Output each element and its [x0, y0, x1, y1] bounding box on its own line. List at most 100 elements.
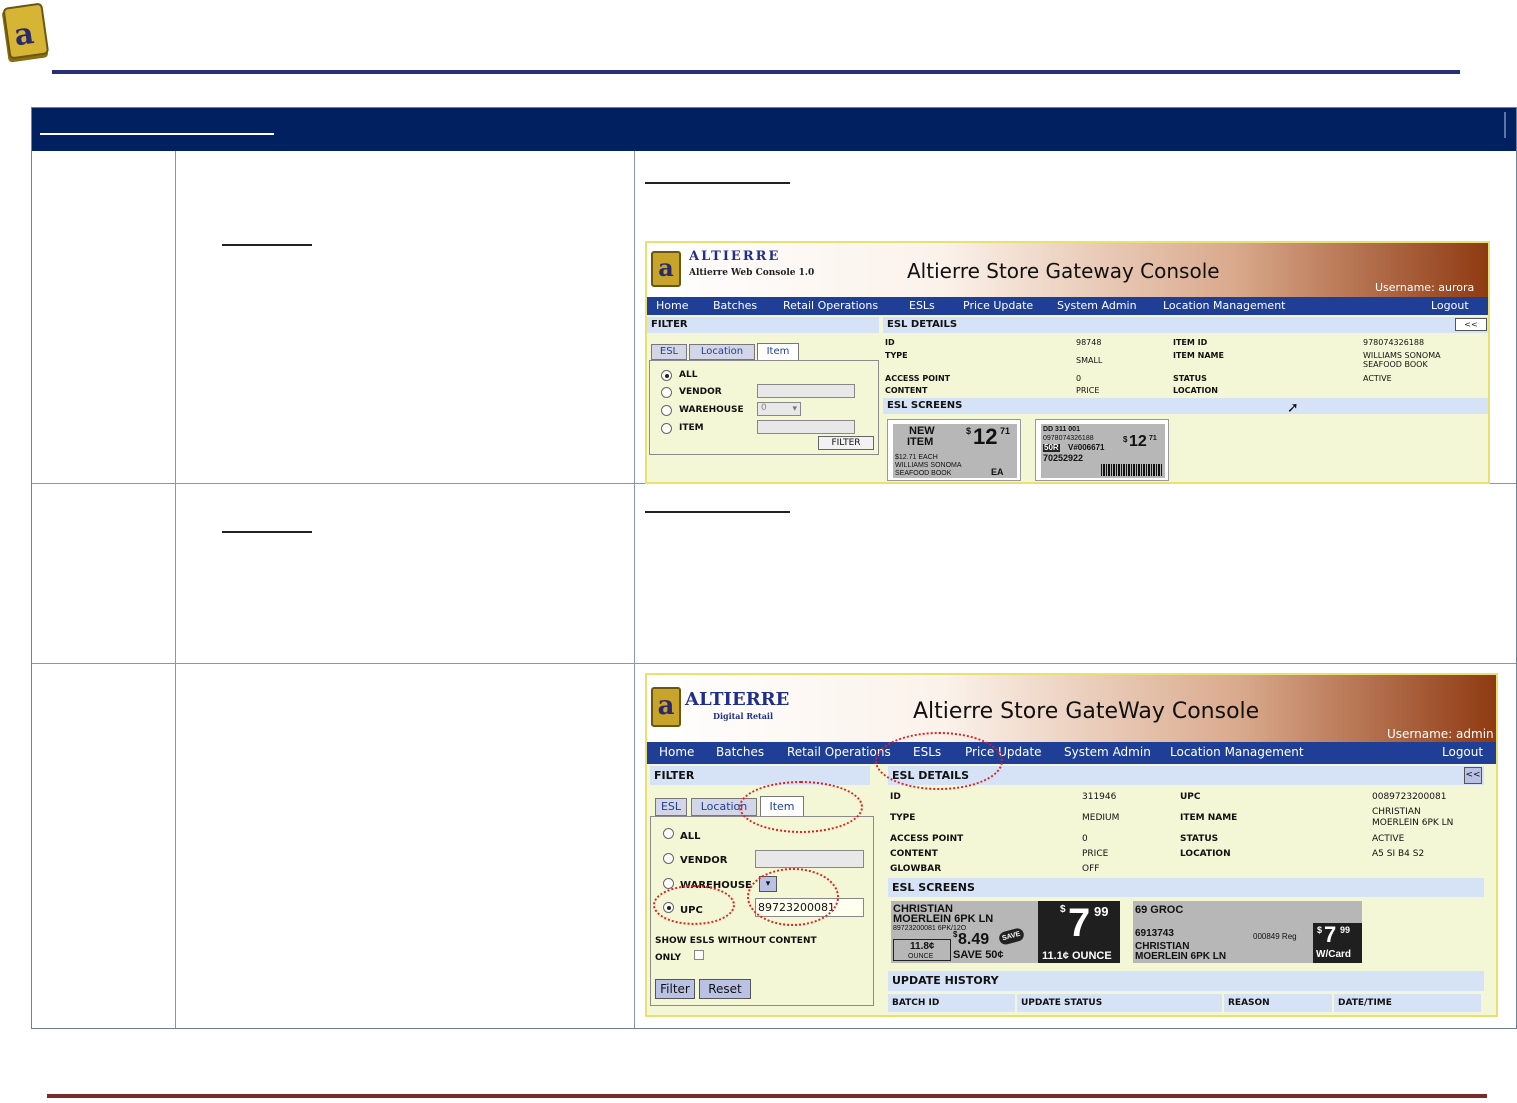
column-divider	[634, 151, 635, 1028]
console-banner: a ALTIERRE Altierre Web Console 1.0 Alti…	[647, 243, 1488, 297]
menu-system-admin[interactable]: System Admin	[1057, 299, 1137, 312]
tab-esl[interactable]: ESL	[655, 798, 687, 816]
detail-status-label: STATUS	[1173, 374, 1207, 383]
detail-item-id-value: 978074326188	[1363, 338, 1425, 347]
history-col-reason: REASON	[1224, 994, 1332, 1012]
table-header-divider	[1504, 112, 1506, 138]
column-divider	[175, 151, 176, 1028]
detail-item-name-value-line2: SEAFOOD BOOK	[1363, 360, 1428, 369]
screen1-big-cents: 99	[1094, 904, 1109, 919]
collapse-button[interactable]: <<	[1464, 767, 1482, 784]
radio-all[interactable]	[663, 828, 674, 839]
screen2-price-cents: 71	[1149, 435, 1157, 442]
altierre-logo-icon: a	[651, 251, 681, 287]
radio-all-label: ALL	[680, 831, 701, 842]
detail-item-name-value: CHRISTIAN	[1372, 807, 1421, 817]
esl-screens-header: ESL SCREENS	[883, 398, 1488, 414]
esl-screen-2[interactable]: 69 GROC 6913743 000849 Reg CHRISTIAN MOE…	[1133, 901, 1362, 963]
detail-type-label: TYPE	[885, 351, 908, 360]
show-without-content-checkbox[interactable]	[694, 950, 704, 960]
screen1-big-price: 7	[1068, 901, 1091, 945]
detail-id-label: ID	[885, 338, 895, 347]
username-label: Username: aurora	[1375, 281, 1475, 294]
table-header-underline	[40, 133, 274, 135]
step-underline	[222, 244, 312, 246]
menu-location-management[interactable]: Location Management	[1163, 299, 1285, 312]
result-underline	[645, 182, 790, 184]
vendor-input[interactable]	[757, 384, 855, 398]
detail-location-label: LOCATION	[1173, 386, 1218, 395]
filter-button[interactable]: FILTER	[818, 436, 874, 450]
filter-button[interactable]: Filter	[655, 979, 695, 999]
radio-item-label: ITEM	[679, 423, 704, 433]
username-label: Username: admin	[1387, 727, 1494, 741]
brand-name: ALTIERRE	[685, 689, 790, 710]
menu-home[interactable]: Home	[656, 299, 688, 312]
tab-location[interactable]: Location	[689, 344, 755, 360]
esl-screen-1[interactable]: CHRISTIAN MOERLEIN 6PK LN 89723200081 6P…	[891, 901, 1120, 963]
menu-location-management[interactable]: Location Management	[1170, 745, 1304, 759]
screen1-save-badge: SAVE	[997, 927, 1025, 946]
row-divider	[32, 663, 1516, 664]
console-screenshot-bottom: a ALTIERRE Digital Retail Altierre Store…	[645, 673, 1498, 1017]
menu-logout[interactable]: Logout	[1431, 299, 1469, 312]
radio-warehouse[interactable]	[661, 405, 672, 416]
detail-item-name-label: ITEM NAME	[1180, 813, 1238, 823]
altierre-logo-icon: a	[651, 687, 681, 727]
tab-esl[interactable]: ESL	[651, 344, 687, 360]
menu-logout[interactable]: Logout	[1442, 745, 1483, 759]
screen1-price-dollar: $	[966, 426, 972, 436]
item-input[interactable]	[757, 420, 855, 434]
detail-location-label: LOCATION	[1180, 849, 1231, 859]
detail-item-id-label: ITEM ID	[1173, 338, 1208, 347]
esl-screens-header: ESL SCREENS	[888, 878, 1484, 897]
radio-vendor[interactable]	[663, 853, 674, 864]
reset-button[interactable]: Reset	[699, 979, 751, 999]
history-col-date-time: DATE/TIME	[1334, 994, 1481, 1012]
radio-vendor-label: VENDOR	[679, 387, 722, 397]
footer-rule	[47, 1094, 1487, 1098]
detail-item-name-value: WILLIAMS SONOMA	[1363, 351, 1441, 360]
radio-all[interactable]	[661, 370, 672, 381]
screen1-price-cents: 71	[1000, 426, 1011, 436]
esl-screen-1[interactable]: NEW ITEM $ 12 71 $12.71 EACH WILLIAMS SO…	[887, 419, 1021, 481]
screen1-sub2: WILLIAMS SONOMA	[895, 462, 962, 469]
menu-esls[interactable]: ESLs	[909, 299, 935, 312]
menu-retail-operations[interactable]: Retail Operations	[783, 299, 878, 312]
warehouse-select[interactable]: 0 ▾	[757, 402, 801, 416]
filter-header: FILTER	[650, 766, 870, 785]
menu-price-update[interactable]: Price Update	[963, 299, 1033, 312]
screen1-unit-price: 11.8¢	[910, 941, 935, 952]
table-header	[32, 108, 1516, 151]
screen2-card: W/Card	[1316, 949, 1351, 960]
menu-system-admin[interactable]: System Admin	[1064, 745, 1151, 759]
detail-location-value: A5 SI B4 S2	[1372, 849, 1425, 859]
detail-status-value: ACTIVE	[1363, 374, 1392, 383]
radio-item[interactable]	[661, 423, 672, 434]
console-title: Altierre Store GateWay Console	[913, 699, 1260, 724]
menu-batches[interactable]: Batches	[713, 299, 757, 312]
annotation-esls-circle	[875, 732, 1003, 790]
radio-vendor[interactable]	[661, 387, 672, 398]
screen2-code: 70252922	[1043, 453, 1084, 463]
menu-home[interactable]: Home	[659, 745, 694, 759]
console-banner: a ALTIERRE Digital Retail Altierre Store…	[647, 675, 1496, 742]
altierre-logo-icon: a	[2, 2, 50, 63]
vendor-input[interactable]	[755, 850, 864, 868]
collapse-button[interactable]: <<	[1455, 318, 1487, 331]
screen1-sub1: $12.71 EACH	[895, 454, 938, 461]
esl-screen-2[interactable]: DD 311 001 0978074326188 50R V#006671 70…	[1035, 419, 1169, 481]
screen2-price-dollar: $	[1123, 435, 1128, 444]
detail-id-value: 98748	[1076, 338, 1102, 347]
screen1-price-panel: $ 7 99 11.1¢ OUNCE	[1038, 901, 1120, 963]
history-col-batch-id: BATCH ID	[888, 994, 1015, 1012]
screen1-big-dollar: $	[1060, 904, 1066, 915]
menu-batches[interactable]: Batches	[716, 745, 764, 759]
console-screenshot-top: a ALTIERRE Altierre Web Console 1.0 Alti…	[645, 241, 1490, 484]
screen1-unit: OUNCE	[908, 953, 934, 960]
screen2-line2: 6913743	[1135, 928, 1174, 939]
detail-type-value: SMALL	[1076, 356, 1103, 365]
screen2-vendor: V#006671	[1068, 443, 1105, 452]
screen2-line1: DD 311 001	[1043, 426, 1080, 433]
tab-item[interactable]: Item	[757, 343, 799, 361]
